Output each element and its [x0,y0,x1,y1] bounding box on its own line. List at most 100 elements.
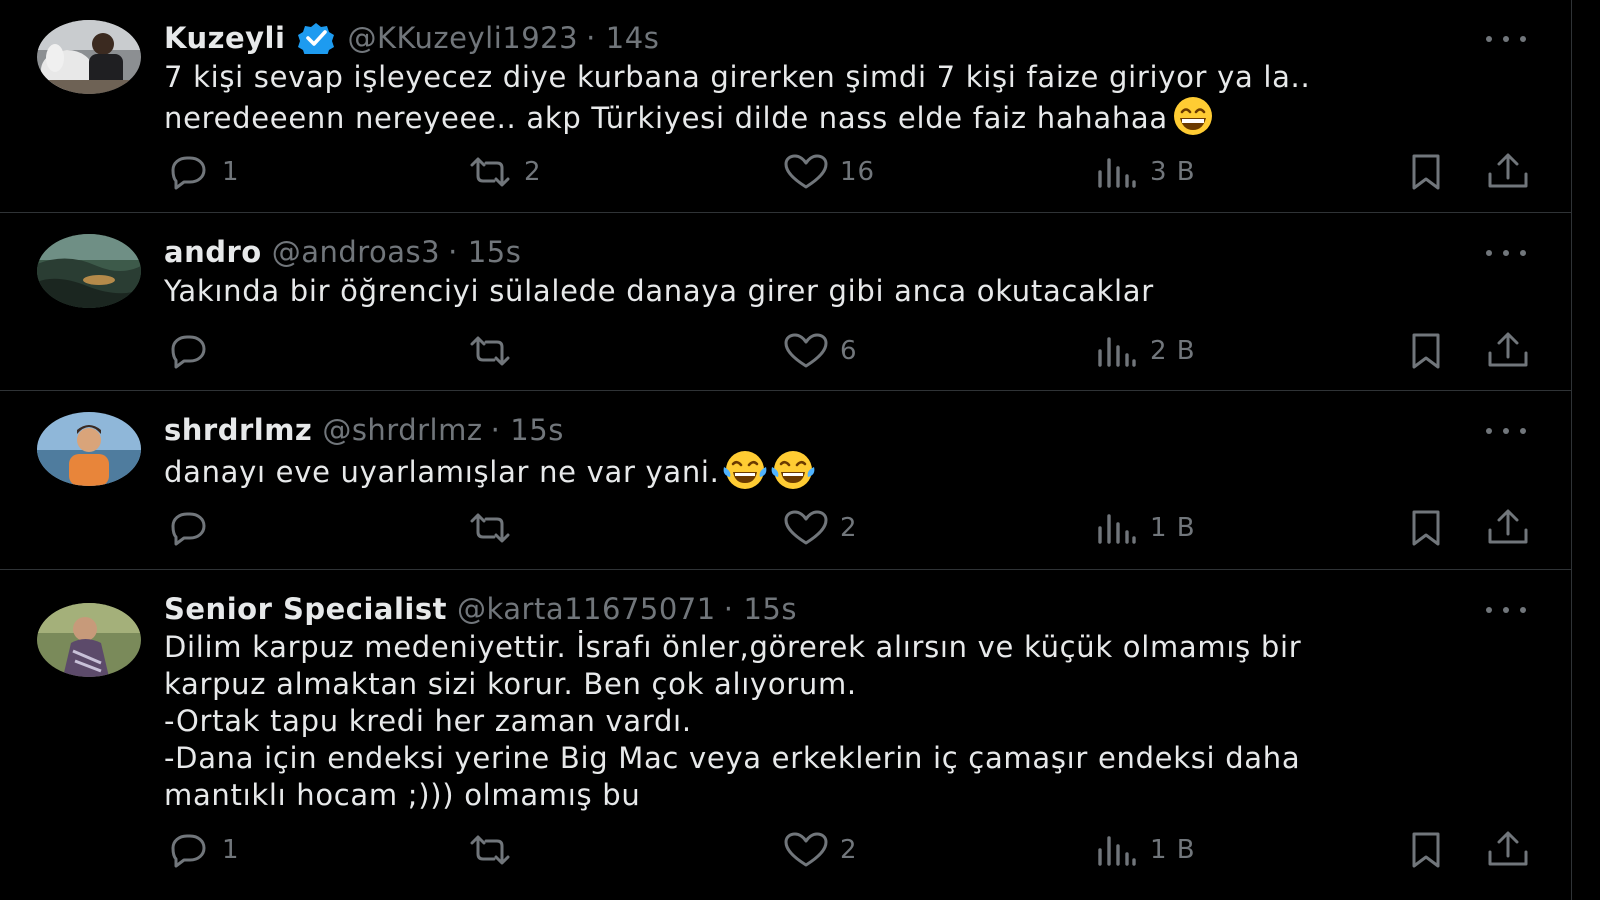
more-options-icon[interactable] [1486,604,1526,616]
tweet-header: andro @androas3 · 15s [164,232,521,272]
tweet-actions: 1 2 1 B [0,830,1572,870]
display-name[interactable]: Kuzeyli [164,21,285,55]
share-button[interactable] [1484,331,1532,371]
reply-icon [171,512,206,546]
analytics-icon [1098,158,1136,188]
verified-badge-icon [295,22,337,59]
view-count: 3 B [1150,157,1196,187]
like-button[interactable]: 2 [782,508,858,548]
analytics-icon [1098,836,1136,866]
share-icon [1488,509,1528,544]
display-name[interactable]: shrdrlmz [164,413,312,447]
like-button[interactable]: 2 [782,830,858,870]
face-with-tears-of-joy-emoji-icon [722,450,768,490]
avatar[interactable] [37,603,141,677]
bookmark-button[interactable] [1404,331,1452,371]
separator-dot: · [490,413,501,447]
more-options-icon[interactable] [1486,425,1526,437]
views-button[interactable]: 1 B [1092,830,1196,870]
tweet-text-line: Yakında bir öğrenciyi sülalede danaya gi… [164,274,1154,308]
reply-button[interactable]: 1 [164,152,240,192]
handle[interactable]: @karta11675071 [457,592,716,626]
tweet-text-line: neredeeenn nereyeee.. akp Türkiyesi dild… [164,101,1168,135]
tweet-header: shrdrlmz @shrdrlmz · 15s [164,410,564,450]
separator-dot: · [723,592,734,626]
separator-dot: · [586,21,596,55]
avatar[interactable] [37,412,141,486]
avatar[interactable] [37,234,141,308]
retweet-icon [470,336,510,366]
bookmark-button[interactable] [1404,508,1452,548]
heart-icon [784,333,828,368]
timestamp[interactable]: 15s [468,235,522,269]
retweet-button[interactable] [466,830,524,870]
retweet-button[interactable] [466,331,524,371]
display-name[interactable]: Senior Specialist [164,592,447,626]
timestamp[interactable]: 14s [606,21,660,55]
handle[interactable]: @androas3 [272,235,440,269]
tweet-text: danayı eve uyarlamışlar ne var yani. [164,450,1524,491]
tweet-text-line: karpuz almaktan sizi korur. Ben çok alıy… [164,667,857,701]
timestamp[interactable]: 15s [743,592,797,626]
handle[interactable]: @shrdrlmz [322,413,482,447]
tweet-text-line-with-emoji: neredeeenn nereyeee.. akp Türkiyesi dild… [164,96,1524,137]
reply-count: 1 [222,157,240,187]
grinning-face-with-smiling-eyes-emoji-icon [1170,96,1216,136]
tweet-text: 7 kişi sevap işleyecez diye kurbana gire… [164,59,1524,137]
tweet-actions: 6 2 B [0,331,1572,371]
tweet-header: Senior Specialist @karta11675071 · 15s [164,589,797,629]
more-options-icon[interactable] [1486,33,1526,45]
retweet-button[interactable] [466,508,524,548]
reply-button[interactable] [164,331,222,371]
share-button[interactable] [1484,152,1532,192]
bookmark-button[interactable] [1404,830,1452,870]
more-options-icon[interactable] [1486,247,1526,259]
retweet-count: 2 [524,157,542,187]
bookmark-icon [1412,832,1440,868]
separator-dot: · [448,235,458,269]
reply-icon [171,156,206,190]
analytics-icon [1098,337,1136,367]
tweet-text-line: -Ortak tapu kredi her zaman vardı. [164,704,692,738]
like-button[interactable]: 6 [782,331,858,371]
heart-icon [784,510,828,545]
tweet[interactable]: Kuzeyli @KKuzeyli1923 · 14s 7 kişi sevap… [0,0,1572,213]
tweet-actions: 2 1 B [0,508,1572,548]
tweet-text-line-with-emoji: danayı eve uyarlamışlar ne var yani. [164,450,1524,491]
avatar[interactable] [37,20,141,94]
views-button[interactable]: 3 B [1092,152,1196,192]
share-icon [1488,831,1528,866]
bookmark-button[interactable] [1404,152,1452,192]
tweet[interactable]: Senior Specialist @karta11675071 · 15s D… [0,569,1572,900]
like-count: 2 [840,835,858,865]
reply-button[interactable]: 1 [164,830,240,870]
retweet-icon [470,835,510,865]
tweet-text: Yakında bir öğrenciyi sülalede danaya gi… [164,273,1524,310]
tweet-header: Kuzeyli @KKuzeyli1923 · 14s [164,18,660,59]
share-icon [1488,153,1528,188]
reply-count: 1 [222,835,240,865]
face-with-tears-of-joy-emoji-icon [770,450,816,490]
tweet-text-line: danayı eve uyarlamışlar ne var yani. [164,455,720,489]
display-name[interactable]: andro [164,235,262,269]
analytics-icon [1098,514,1136,544]
tweet-actions: 1 2 16 3 B [0,152,1572,192]
retweet-icon [470,513,510,543]
views-button[interactable]: 1 B [1092,508,1196,548]
handle[interactable]: @KKuzeyli1923 [347,21,578,55]
tweet[interactable]: andro @androas3 · 15s Yakında bir öğrenc… [0,212,1572,391]
like-button[interactable]: 16 [782,152,875,192]
reply-button[interactable] [164,508,222,548]
timestamp[interactable]: 15s [510,413,564,447]
tweet-feed: Kuzeyli @KKuzeyli1923 · 14s 7 kişi sevap… [0,0,1572,900]
like-count: 16 [840,157,876,187]
share-button[interactable] [1484,830,1532,870]
views-button[interactable]: 2 B [1092,331,1196,371]
scroll-gutter [1571,0,1600,900]
share-button[interactable] [1484,508,1532,548]
bookmark-icon [1412,333,1440,369]
retweet-icon [470,157,510,187]
tweet[interactable]: shrdrlmz @shrdrlmz · 15s danayı eve uyar… [0,390,1572,570]
retweet-button[interactable]: 2 [466,152,542,192]
tweet-text-line: 7 kişi sevap işleyecez diye kurbana gire… [164,60,1311,94]
